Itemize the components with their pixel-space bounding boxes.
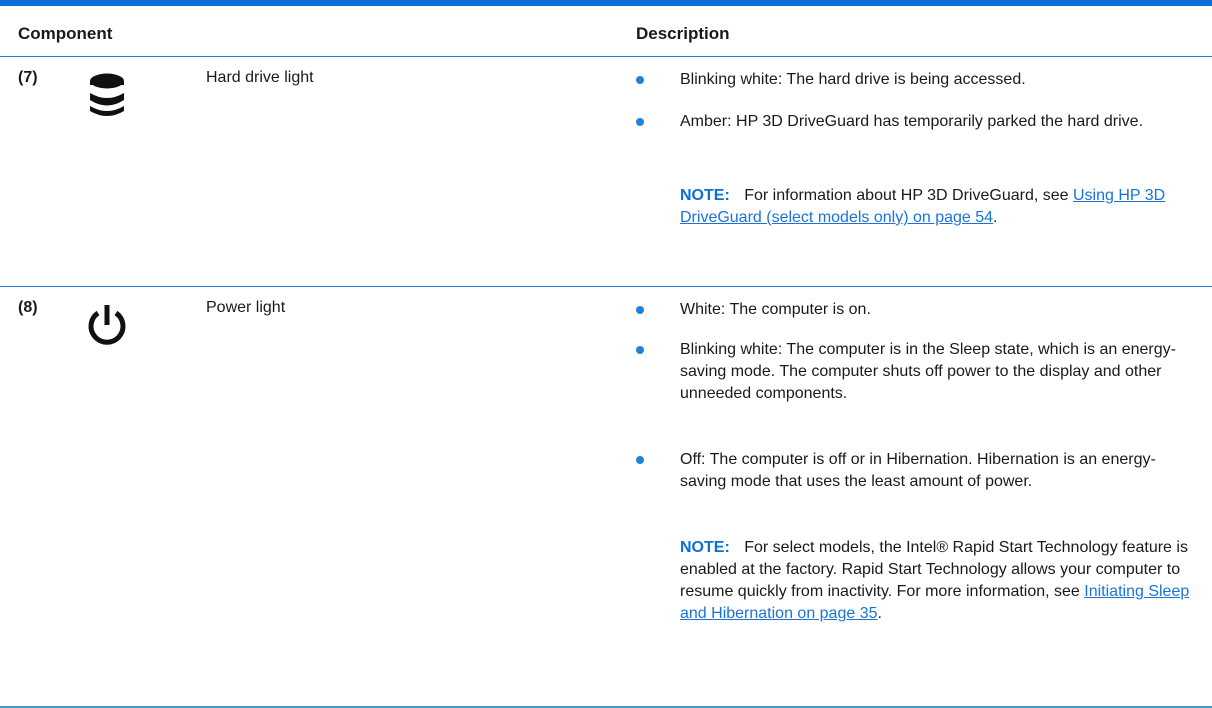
note-label: NOTE: [680, 187, 730, 204]
component-column-header: Component [18, 24, 113, 43]
bullet-text: Off: The computer is off or in Hibernati… [680, 451, 1156, 490]
note-tail: . [993, 209, 998, 226]
note-block: NOTE: For select models, the Intel® Rapi… [680, 537, 1192, 625]
bullet-icon [636, 346, 644, 354]
note-text: For information about HP 3D DriveGuard, … [744, 187, 1069, 204]
hard-drive-icon [84, 73, 130, 119]
table-row-hard-drive-light: (7) Hard drive light Blinking white: The… [0, 57, 1212, 286]
bullet-icon [636, 456, 644, 464]
bullet-text: Blinking white: The hard drive is being … [680, 71, 1026, 88]
bullet-icon [636, 118, 644, 126]
bullet-text: Blinking white: The computer is in the S… [680, 341, 1176, 402]
bullet-text: White: The computer is on. [680, 301, 871, 318]
table-row-power-light: (8) Power light White: The computer is o… [0, 287, 1212, 706]
table-header-row: Component Description [0, 6, 1212, 58]
component-number: (8) [18, 299, 38, 316]
note-tail: . [877, 605, 882, 622]
note-block: NOTE: For information about HP 3D DriveG… [680, 185, 1192, 229]
power-icon [84, 303, 130, 349]
component-name: Hard drive light [206, 69, 314, 86]
component-name: Power light [206, 299, 286, 316]
bullet-text: Amber: HP 3D DriveGuard has temporarily … [680, 113, 1144, 130]
description-column-header: Description [636, 24, 730, 43]
bullet-icon [636, 306, 644, 314]
component-number: (7) [18, 69, 38, 86]
note-label: NOTE: [680, 539, 730, 556]
bullet-icon [636, 76, 644, 84]
